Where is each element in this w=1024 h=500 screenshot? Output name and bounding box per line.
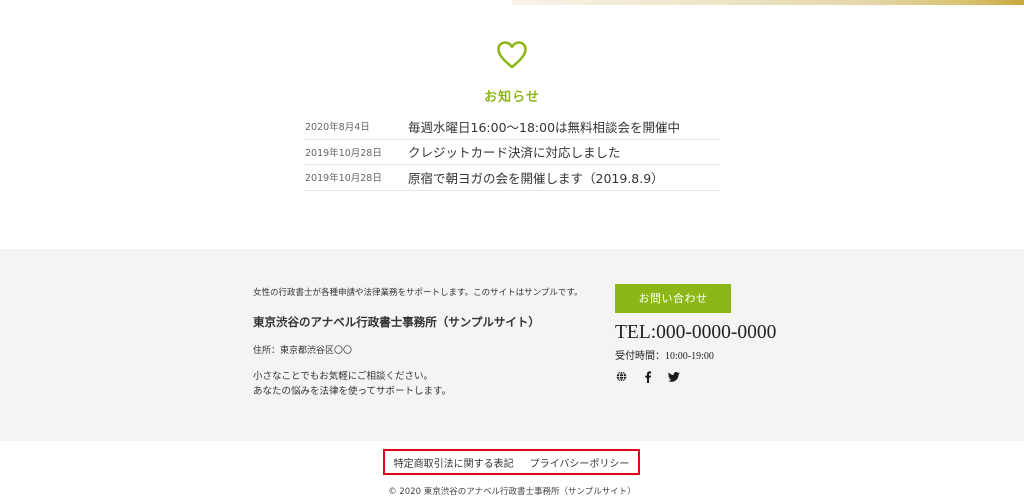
globe-icon[interactable]: [615, 370, 628, 383]
copyright: © 2020 東京渋谷のアナベル行政書士事務所（サンプルサイト）: [388, 487, 636, 497]
news-item[interactable]: 2019年10月28日 クレジットカード決済に対応しました: [304, 140, 720, 165]
privacy-policy-link[interactable]: プライバシーポリシー: [530, 455, 630, 470]
news-section-title: お知らせ: [484, 90, 540, 105]
news-item[interactable]: 2020年8月4日 毎週水曜日16:00〜18:00は無料相談会を開催中: [304, 114, 720, 140]
social-links: [615, 370, 680, 383]
office-address: 住所：東京都渋谷区〇〇: [253, 346, 353, 356]
news-list: 2020年8月4日 毎週水曜日16:00〜18:00は無料相談会を開催中 201…: [304, 114, 720, 191]
news-item[interactable]: 2019年10月28日 原宿で朝ヨガの会を開催します（2019.8.9）: [304, 165, 720, 191]
message-line-1: 小さなことでもお気軽にご相談ください。: [253, 371, 434, 382]
message-line-2: あなたの悩みを法律を使ってサポートします。: [253, 386, 452, 397]
footer-info: 女性の行政書士が各種申請や法律業務をサポートします。このサイトはサンプルです。 …: [0, 249, 1024, 441]
site-description: 女性の行政書士が各種申請や法律業務をサポートします。このサイトはサンプルです。: [253, 288, 583, 298]
commerce-law-link[interactable]: 特定商取引法に関する表記: [394, 455, 514, 470]
heart-icon: [497, 41, 527, 69]
news-link[interactable]: 毎週水曜日16:00〜18:00は無料相談会を開催中: [408, 117, 680, 136]
news-date: 2019年10月28日: [305, 147, 382, 159]
footer-links-highlight: 特定商取引法に関する表記 プライバシーポリシー: [383, 449, 640, 475]
news-date: 2019年10月28日: [305, 173, 382, 185]
news-link[interactable]: 原宿で朝ヨガの会を開催します（2019.8.9）: [408, 168, 664, 187]
contact-button[interactable]: お問い合わせ: [615, 284, 731, 313]
facebook-icon[interactable]: [641, 370, 654, 383]
office-name: 東京渋谷のアナベル行政書士事務所（サンプルサイト）: [253, 315, 540, 329]
news-date: 2020年8月4日: [305, 122, 370, 134]
business-hours: 受付時間：10:00-19:00: [615, 351, 714, 362]
office-message: 小さなことでもお気軽にご相談ください。 あなたの悩みを法律を使ってサポートします…: [253, 369, 451, 399]
twitter-icon[interactable]: [667, 370, 680, 383]
phone-number: TEL:000-0000-0000: [615, 322, 777, 343]
news-link[interactable]: クレジットカード決済に対応しました: [408, 142, 621, 161]
hero-image-strip: [512, 0, 1024, 5]
